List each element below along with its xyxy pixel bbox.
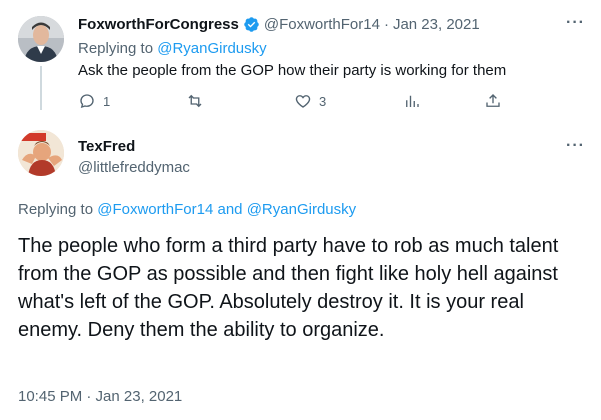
reply-count: 1 [103,93,111,109]
replying-user-link[interactable]: @RyanGirdusky [157,40,266,57]
parent-replying-line: Replying to @RyanGirdusky [78,40,267,57]
views-button[interactable] [403,92,421,110]
like-count: 3 [319,93,327,109]
replying-user-link-1[interactable]: @FoxworthFor14 [97,201,213,218]
parent-display-name[interactable]: FoxworthForCongress [78,16,239,33]
replying-prefix: Replying to [78,40,154,57]
main-replying-line: Replying to @FoxworthFor14 and @RyanGird… [18,201,356,218]
parent-avatar[interactable] [18,16,64,62]
cartoon-avatar-image [18,130,64,176]
reply-icon [80,94,94,109]
replying-user-link-2[interactable]: @RyanGirdusky [247,201,356,218]
dot-separator: · [383,16,389,33]
views-icon [406,95,419,107]
thread-connector-line [40,66,42,110]
parent-more-icon[interactable]: ··· [566,14,585,32]
retweet-icon [188,94,202,108]
parent-handle[interactable]: @FoxworthFor14 [264,16,380,33]
retweet-button[interactable] [186,92,211,110]
replying-and: and [217,201,243,218]
person-avatar-image [18,16,64,62]
share-button[interactable] [484,92,502,110]
main-more-icon[interactable]: ··· [566,137,585,155]
reply-button[interactable]: 1 [78,92,110,110]
like-icon [295,95,311,108]
main-tweet-timestamp[interactable]: 10:45 PM · Jan 23, 2021 [18,388,182,405]
replying-prefix: Replying to [18,201,94,218]
main-tweet-text: The people who form a third party have t… [18,235,559,341]
main-avatar[interactable] [18,130,64,176]
share-icon [486,94,500,107]
verified-badge-icon [244,17,259,32]
main-display-name[interactable]: TexFred [78,138,135,155]
main-handle[interactable]: @littlefreddymac [78,159,190,176]
parent-date[interactable]: Jan 23, 2021 [393,16,480,33]
parent-tweet-header: FoxworthForCongress @FoxworthFor14 · Jan… [78,16,480,33]
parent-tweet-text: Ask the people from the GOP how their pa… [78,62,507,79]
like-button[interactable]: 3 [294,92,326,110]
